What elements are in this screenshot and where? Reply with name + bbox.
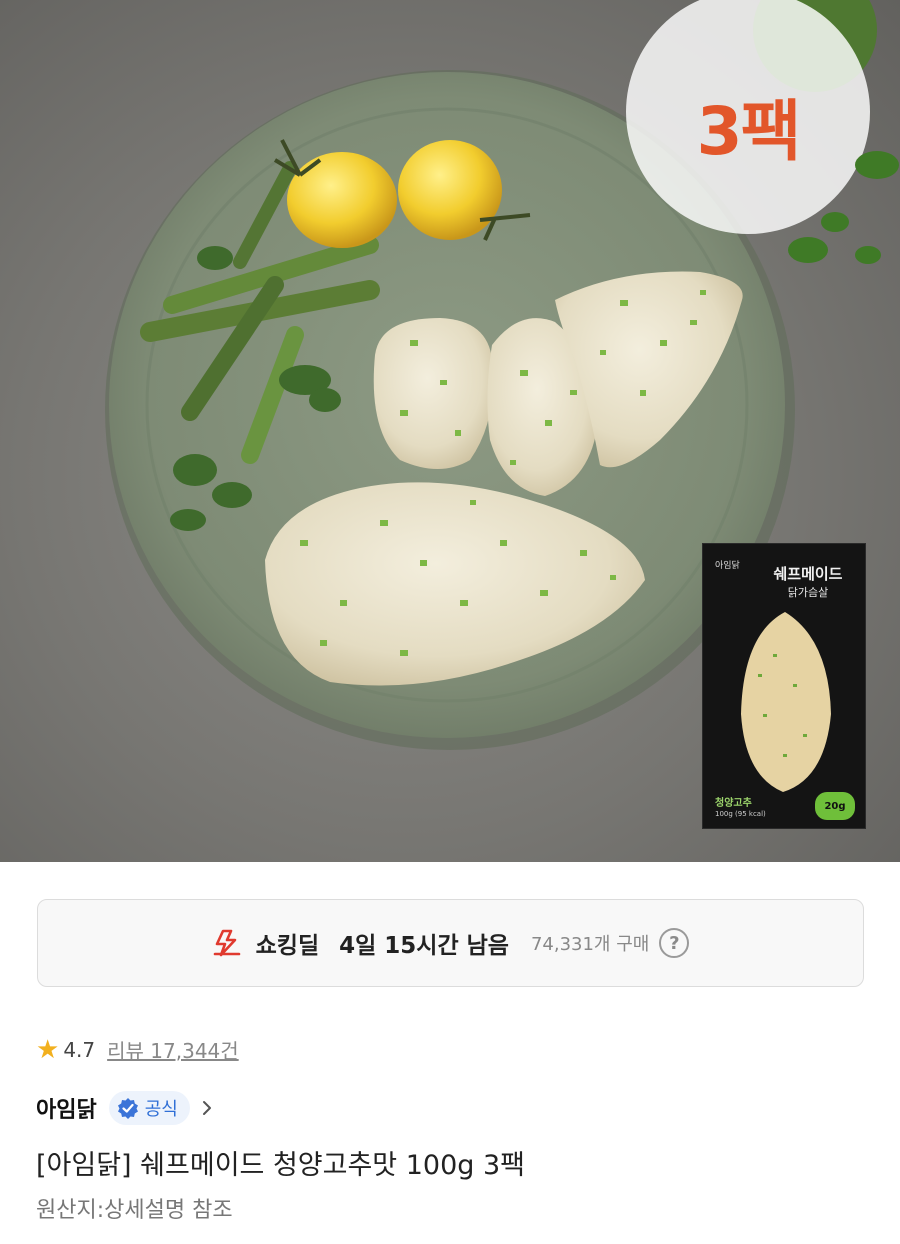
pack-count-badge: 3팩 bbox=[628, 0, 868, 240]
seller-name[interactable]: 아임닭 bbox=[36, 1092, 97, 1124]
purchase-count: 74,331개 구매 bbox=[530, 934, 650, 955]
rating-row: ★ 4.7 리뷰 17,344건 bbox=[36, 1035, 239, 1064]
official-badge-label: 공식 bbox=[144, 1099, 178, 1120]
rating-value: 4.7 bbox=[63, 1037, 96, 1062]
verified-check-icon bbox=[117, 1098, 138, 1119]
official-seller-badge: 공식 bbox=[108, 1091, 190, 1125]
chevron-right-icon[interactable] bbox=[200, 1100, 214, 1116]
deal-time-remaining: 4일 15시간 남음 bbox=[339, 933, 509, 959]
package-chicken-illustration bbox=[741, 612, 831, 792]
package-flavor: 청양고추 bbox=[715, 798, 752, 809]
origin-info: 원산지:상세설명 참조 bbox=[36, 1198, 233, 1223]
product-hero-image[interactable]: 3팩 아임닭 쉐프메이드 닭가슴살 청양고추 100g (95 kcal) 20… bbox=[0, 0, 900, 862]
review-count-link[interactable]: 리뷰 17,344건 bbox=[107, 1035, 239, 1064]
product-package-image: 아임닭 쉐프메이드 닭가슴살 청양고추 100g (95 kcal) 20g bbox=[702, 543, 866, 829]
package-protein-badge: 20g bbox=[815, 792, 855, 820]
shocking-deal-bar[interactable]: 쇼킹딜 4일 15시간 남음 74,331개 구매 ? bbox=[37, 899, 864, 987]
deal-label: 쇼킹딜 bbox=[255, 933, 320, 959]
seller-row[interactable]: 아임닭 공식 bbox=[36, 1091, 214, 1125]
help-icon[interactable]: ? bbox=[659, 928, 690, 958]
pack-count-label: 3팩 bbox=[696, 93, 802, 170]
star-icon: ★ bbox=[36, 1034, 60, 1065]
lightning-icon bbox=[213, 929, 240, 957]
product-title: [아임닭] 쉐프메이드 청양고추맛 100g 3팩 bbox=[36, 1150, 526, 1181]
package-weight: 100g (95 kcal) bbox=[715, 810, 766, 818]
